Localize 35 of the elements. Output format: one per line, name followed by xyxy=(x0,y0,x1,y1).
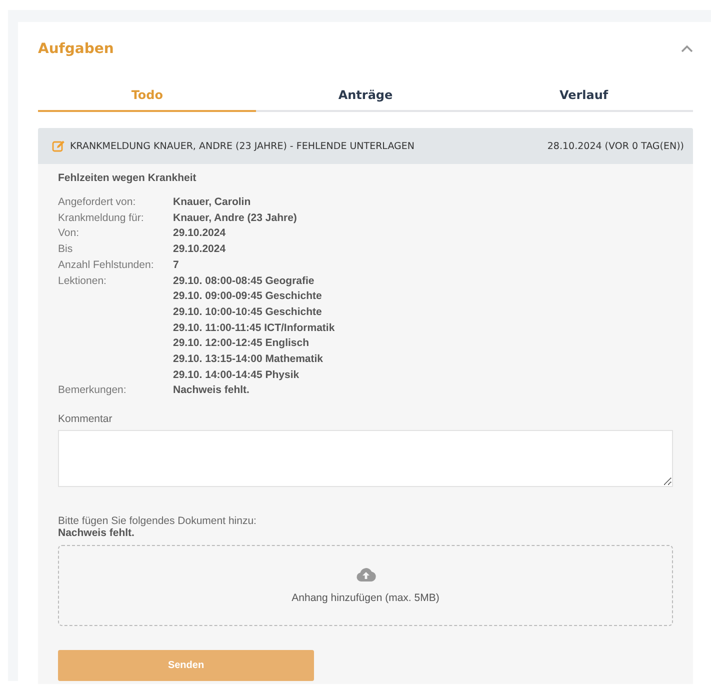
field-label: Krankmeldung für: xyxy=(58,210,145,226)
chevron-icon[interactable] xyxy=(681,45,693,53)
field-value: Knauer, Andre (23 Jahre) xyxy=(173,210,298,226)
panel-title: Aufgaben xyxy=(38,41,114,57)
cloud-upload-icon xyxy=(356,567,376,582)
field-value: 7 xyxy=(173,258,180,273)
required-document: Nachweis fehlt. xyxy=(58,527,136,540)
field-label: Lektionen: xyxy=(58,274,108,289)
tab[interactable]: Anträge xyxy=(256,82,475,112)
field-value: Nachweis fehlt. xyxy=(173,383,250,398)
field-value: 29.10. 10:00-10:45 Geschichte xyxy=(173,304,323,320)
field-label: Bis xyxy=(58,242,74,258)
field-value: 29.10. 11:00-11:45 ICT/Informatik xyxy=(173,320,336,336)
edit-icon xyxy=(52,140,65,152)
field-value: 29.10.2024 xyxy=(173,242,227,258)
comment-label: Kommentar xyxy=(58,413,114,426)
field-value: 29.10. 09:00-09:45 Geschichte xyxy=(173,289,323,304)
field-value: Knauer, Carolin xyxy=(173,195,252,210)
upload-dropzone[interactable]: Anhang hinzufügen (max. 5MB) xyxy=(58,545,673,626)
tab[interactable]: Verlauf xyxy=(474,82,693,112)
field-value: 29.10. 13:15-14:00 Mathematik xyxy=(173,352,324,368)
task-date: 28.10.2024 (VOR 0 TAG(EN)) xyxy=(547,140,684,152)
field-label: Von: xyxy=(58,226,80,242)
field-value: 29.10.2024 xyxy=(173,226,227,242)
field-value: 29.10. 08:00-08:45 Geografie xyxy=(173,274,316,289)
section-title: Fehlzeiten wegen Krankheit xyxy=(58,172,198,184)
task-title[interactable]: KRANKMELDUNG KNAUER, ANDRE (23 JAHRE) - FEHLENDE UNTERLAGEN xyxy=(70,140,415,152)
field-value: 29.10. 14:00-14:45 Physik xyxy=(173,368,300,383)
field-label: Angefordert von: xyxy=(58,195,137,210)
upload-instruction: Bitte fügen Sie folgendes Dokument hinzu: xyxy=(58,515,258,528)
dropzone-text: Anhang hinzufügen (max. 5MB) xyxy=(292,592,440,604)
field-label: Anzahl Fehlstunden: xyxy=(58,258,155,273)
field-label: Bemerkungen: xyxy=(58,383,128,398)
comment-field[interactable] xyxy=(58,430,673,488)
field-value: 29.10. 12:00-12:45 Englisch xyxy=(173,336,310,352)
